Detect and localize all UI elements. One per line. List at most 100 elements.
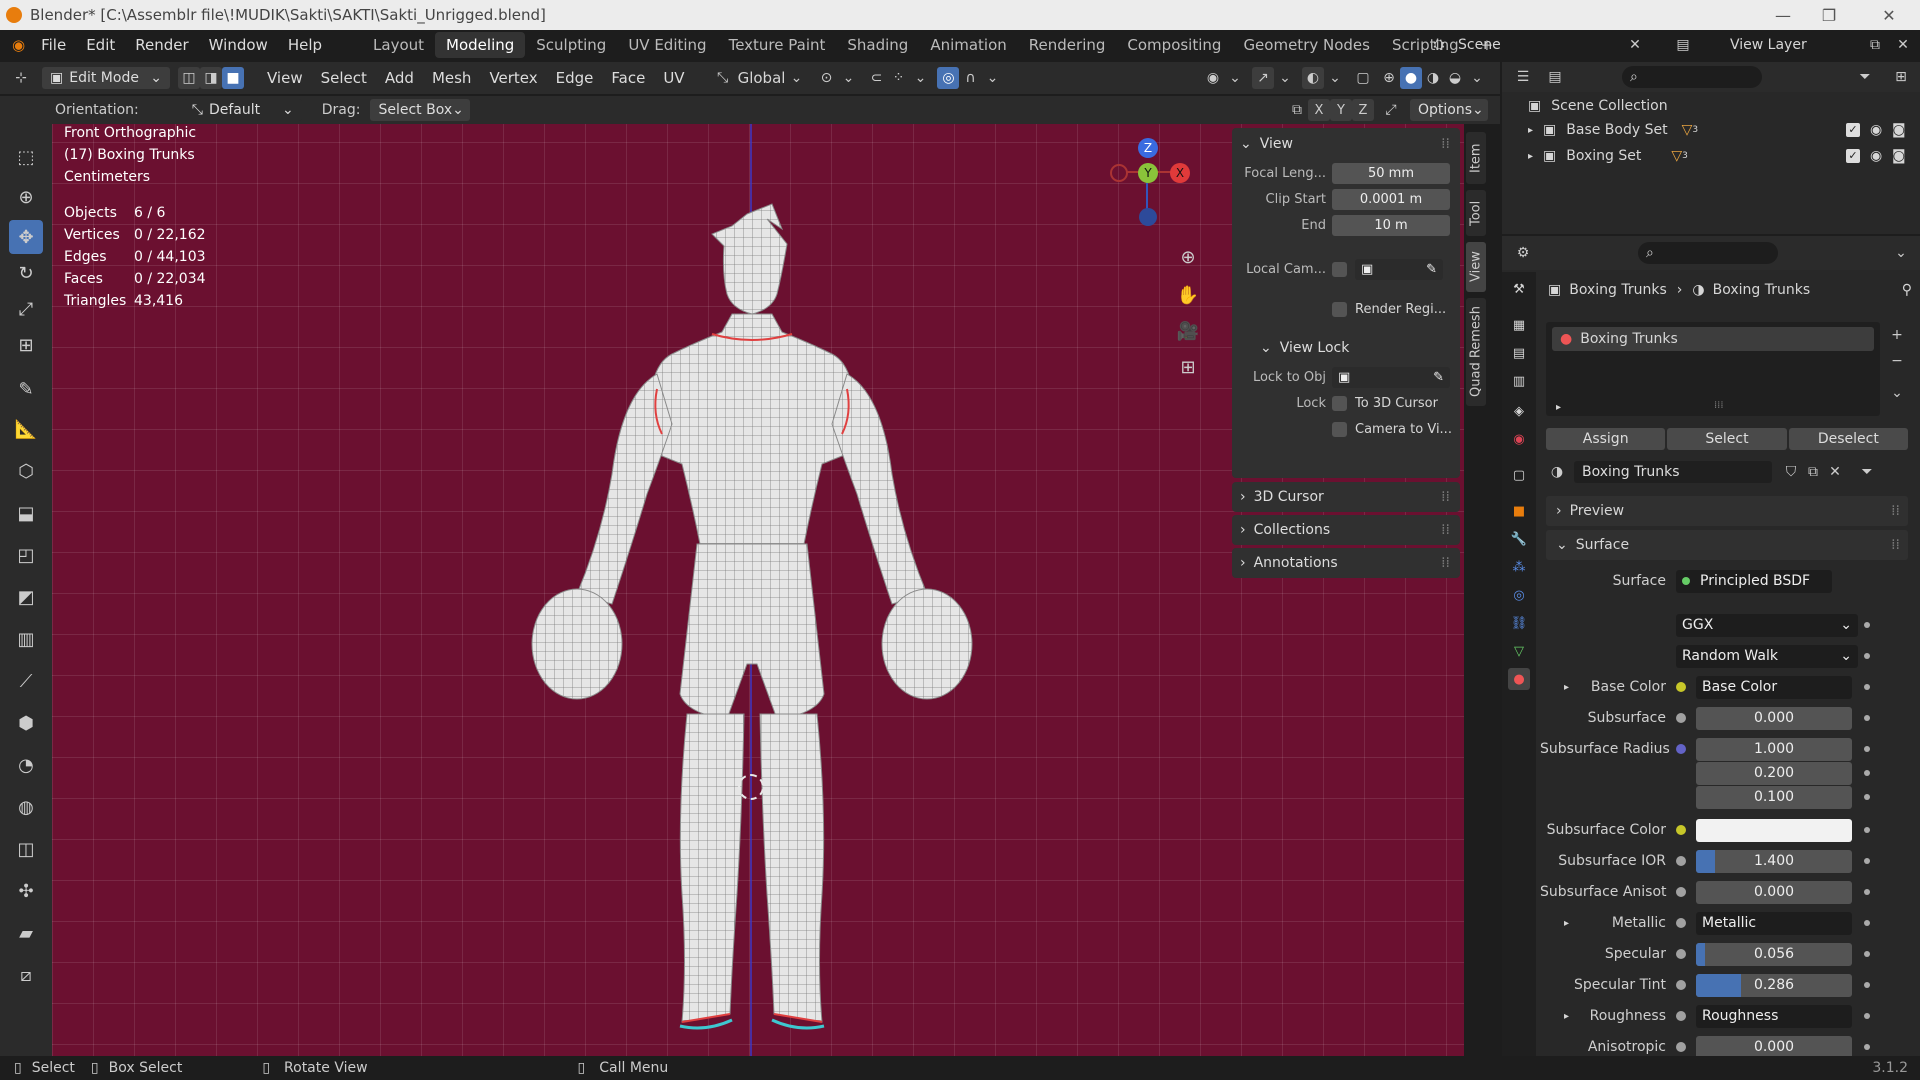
chevron-down-icon[interactable]: ⌄ — [837, 67, 859, 89]
face-select-icon[interactable]: ■ — [222, 67, 244, 89]
preview-panel-header[interactable]: › Preview ⁞⁞ — [1546, 496, 1908, 526]
ortho-grid-icon[interactable]: ⊞ — [1177, 356, 1199, 378]
chevron-down-icon[interactable]: ⌄ — [1886, 382, 1908, 404]
world-properties-icon[interactable]: ◉ — [1508, 428, 1530, 450]
keyframe-dot[interactable] — [1864, 622, 1870, 628]
material-browse-icon[interactable]: ◑ — [1546, 461, 1568, 483]
keyframe-dot[interactable] — [1864, 794, 1870, 800]
tab-rendering[interactable]: Rendering — [1018, 32, 1117, 58]
menu-help[interactable]: Help — [278, 30, 332, 60]
distribution-dropdown[interactable]: GGX ⌄ — [1676, 613, 1858, 637]
tab-texture-paint[interactable]: Texture Paint — [718, 32, 837, 58]
select-box-tool-icon[interactable]: ⬚ — [9, 140, 43, 174]
edge-slide-tool-icon[interactable]: ◫ — [9, 832, 43, 866]
value-field[interactable]: 0.000 — [1696, 880, 1852, 904]
navigation-gizmo[interactable]: Z Y X — [1106, 126, 1206, 236]
rendered-shading-icon[interactable]: ◒ — [1444, 67, 1466, 89]
copy-icon[interactable]: ⧉ — [1864, 34, 1886, 56]
close-icon[interactable]: ✕ — [1892, 34, 1914, 56]
view-layer-properties-icon[interactable]: ▥ — [1508, 370, 1530, 392]
gizmo-x-axis[interactable]: X — [1170, 163, 1190, 183]
expand-icon[interactable]: ▸ — [1564, 918, 1569, 929]
object-properties-icon[interactable]: ■ — [1508, 500, 1530, 522]
material-slot-item[interactable]: ● Boxing Trunks — [1552, 327, 1874, 351]
view-lock-header[interactable]: ⌄ View Lock — [1232, 332, 1460, 364]
orientation-dropdown[interactable]: ⤡ Default ⌄ — [183, 99, 302, 121]
keyframe-dot[interactable] — [1864, 889, 1870, 895]
annotate-tool-icon[interactable]: ✎ — [9, 372, 43, 406]
socket-icon[interactable] — [1676, 792, 1686, 802]
material-name-field[interactable]: Boxing Trunks — [1574, 461, 1772, 483]
chevron-down-icon[interactable]: ⌄ — [1224, 67, 1246, 89]
value-field[interactable]: 0.286 — [1696, 973, 1852, 997]
header-menu-edge[interactable]: Edge — [547, 69, 603, 87]
tab-sculpting[interactable]: Sculpting — [525, 32, 617, 58]
measure-tool-icon[interactable]: 📐 — [9, 412, 43, 446]
annotations-panel-header[interactable]: › Annotations ⁞⁞ — [1232, 548, 1460, 578]
render-region-checkbox[interactable] — [1332, 301, 1347, 317]
knife-tool-icon[interactable]: ⟋ — [9, 664, 43, 698]
particles-properties-icon[interactable]: ⁂ — [1508, 556, 1530, 578]
overlay-toggle-icon[interactable]: ◐ — [1302, 67, 1324, 89]
proportional-edit-icon[interactable]: ◎ — [937, 67, 960, 89]
linked-input-field[interactable]: Roughness — [1696, 1004, 1852, 1028]
local-camera-field[interactable]: ▣ ✎ — [1355, 258, 1443, 280]
properties-search-icon[interactable]: ⌕ — [1638, 242, 1778, 264]
transform-orientation[interactable]: Global — [738, 69, 786, 87]
poly-build-tool-icon[interactable]: ⬢ — [9, 706, 43, 740]
material-properties-icon[interactable]: ● — [1508, 668, 1530, 690]
3d-cursor-panel-header[interactable]: › 3D Cursor ⁞⁞ — [1232, 482, 1460, 512]
outliner-search-icon[interactable]: ⌕ — [1622, 66, 1762, 88]
edge-select-icon[interactable]: ◨ — [200, 67, 222, 89]
pivot-icon[interactable]: ⊙ — [815, 67, 837, 89]
chevron-down-icon[interactable]: ⌄ — [1890, 242, 1912, 264]
vertex-select-icon[interactable]: ◫ — [178, 67, 200, 89]
collection-properties-icon[interactable]: ▢ — [1508, 464, 1530, 486]
unlink-icon[interactable]: ✕ — [1824, 461, 1846, 483]
mirror-icon[interactable]: ⧉ — [1286, 99, 1308, 121]
value-field[interactable]: 1.000 — [1696, 737, 1852, 761]
add-slot-icon[interactable]: + — [1886, 324, 1908, 346]
subsurface-method-dropdown[interactable]: Random Walk ⌄ — [1676, 644, 1858, 668]
transform-tool-icon[interactable]: ⊞ — [9, 328, 43, 362]
header-menu-vertex[interactable]: Vertex — [480, 69, 546, 87]
header-menu-uv[interactable]: UV — [654, 69, 693, 87]
loop-cut-tool-icon[interactable]: ▥ — [9, 622, 43, 656]
extrude-tool-icon[interactable]: ⬓ — [9, 496, 43, 530]
include-checkbox[interactable]: ✓ — [1846, 123, 1860, 137]
socket-icon[interactable] — [1676, 1011, 1686, 1021]
menu-window[interactable]: Window — [199, 30, 278, 60]
expand-icon[interactable]: ▸ — [1564, 682, 1569, 693]
surface-panel-header[interactable]: ⌄ Surface ⁞⁞ — [1546, 530, 1908, 560]
minimize-icon[interactable]: — — [1760, 0, 1806, 30]
scene-selector[interactable]: ⛭ Scene ✕ — [1428, 33, 1650, 57]
assign-button[interactable]: Assign — [1546, 428, 1666, 450]
socket-icon[interactable] — [1676, 682, 1686, 692]
collections-panel-header[interactable]: › Collections ⁞⁞ — [1232, 515, 1460, 545]
gizmo-neg-x[interactable] — [1110, 164, 1128, 182]
tab-view[interactable]: View — [1466, 242, 1486, 292]
select-button[interactable]: Select — [1667, 428, 1787, 450]
editor-type-icon[interactable]: ⚙ — [1512, 242, 1534, 264]
bevel-tool-icon[interactable]: ◩ — [9, 580, 43, 614]
output-properties-icon[interactable]: ▤ — [1508, 342, 1530, 364]
tab-quad-remesh[interactable]: Quad Remesh — [1466, 298, 1486, 406]
keyframe-dot[interactable] — [1864, 951, 1870, 957]
color-swatch[interactable] — [1696, 818, 1852, 842]
socket-icon[interactable] — [1676, 713, 1686, 723]
surface-shader-field[interactable]: Principled BSDF — [1676, 569, 1832, 593]
cursor-tool-icon[interactable]: ⊕ — [9, 180, 43, 214]
menu-edit[interactable]: Edit — [76, 30, 125, 60]
scene-collection-row[interactable]: ▣ Scene Collection — [1528, 98, 1668, 114]
tab-tool[interactable]: Tool — [1466, 190, 1486, 236]
filter-icon[interactable]: ⏷ — [1854, 66, 1876, 88]
menu-file[interactable]: File — [31, 30, 76, 60]
chevron-down-icon[interactable]: ⌄ — [1274, 67, 1296, 89]
zoom-icon[interactable]: ⊕ — [1177, 246, 1199, 268]
scene-properties-icon[interactable]: ◈ — [1508, 400, 1530, 422]
add-cube-tool-icon[interactable]: ⬡ — [9, 454, 43, 488]
close-icon[interactable]: ✕ — [1624, 34, 1646, 56]
socket-icon[interactable] — [1676, 856, 1686, 866]
chevron-down-icon[interactable]: ⌄ — [1466, 67, 1488, 89]
expand-icon[interactable]: ▸ — [1564, 1011, 1569, 1022]
